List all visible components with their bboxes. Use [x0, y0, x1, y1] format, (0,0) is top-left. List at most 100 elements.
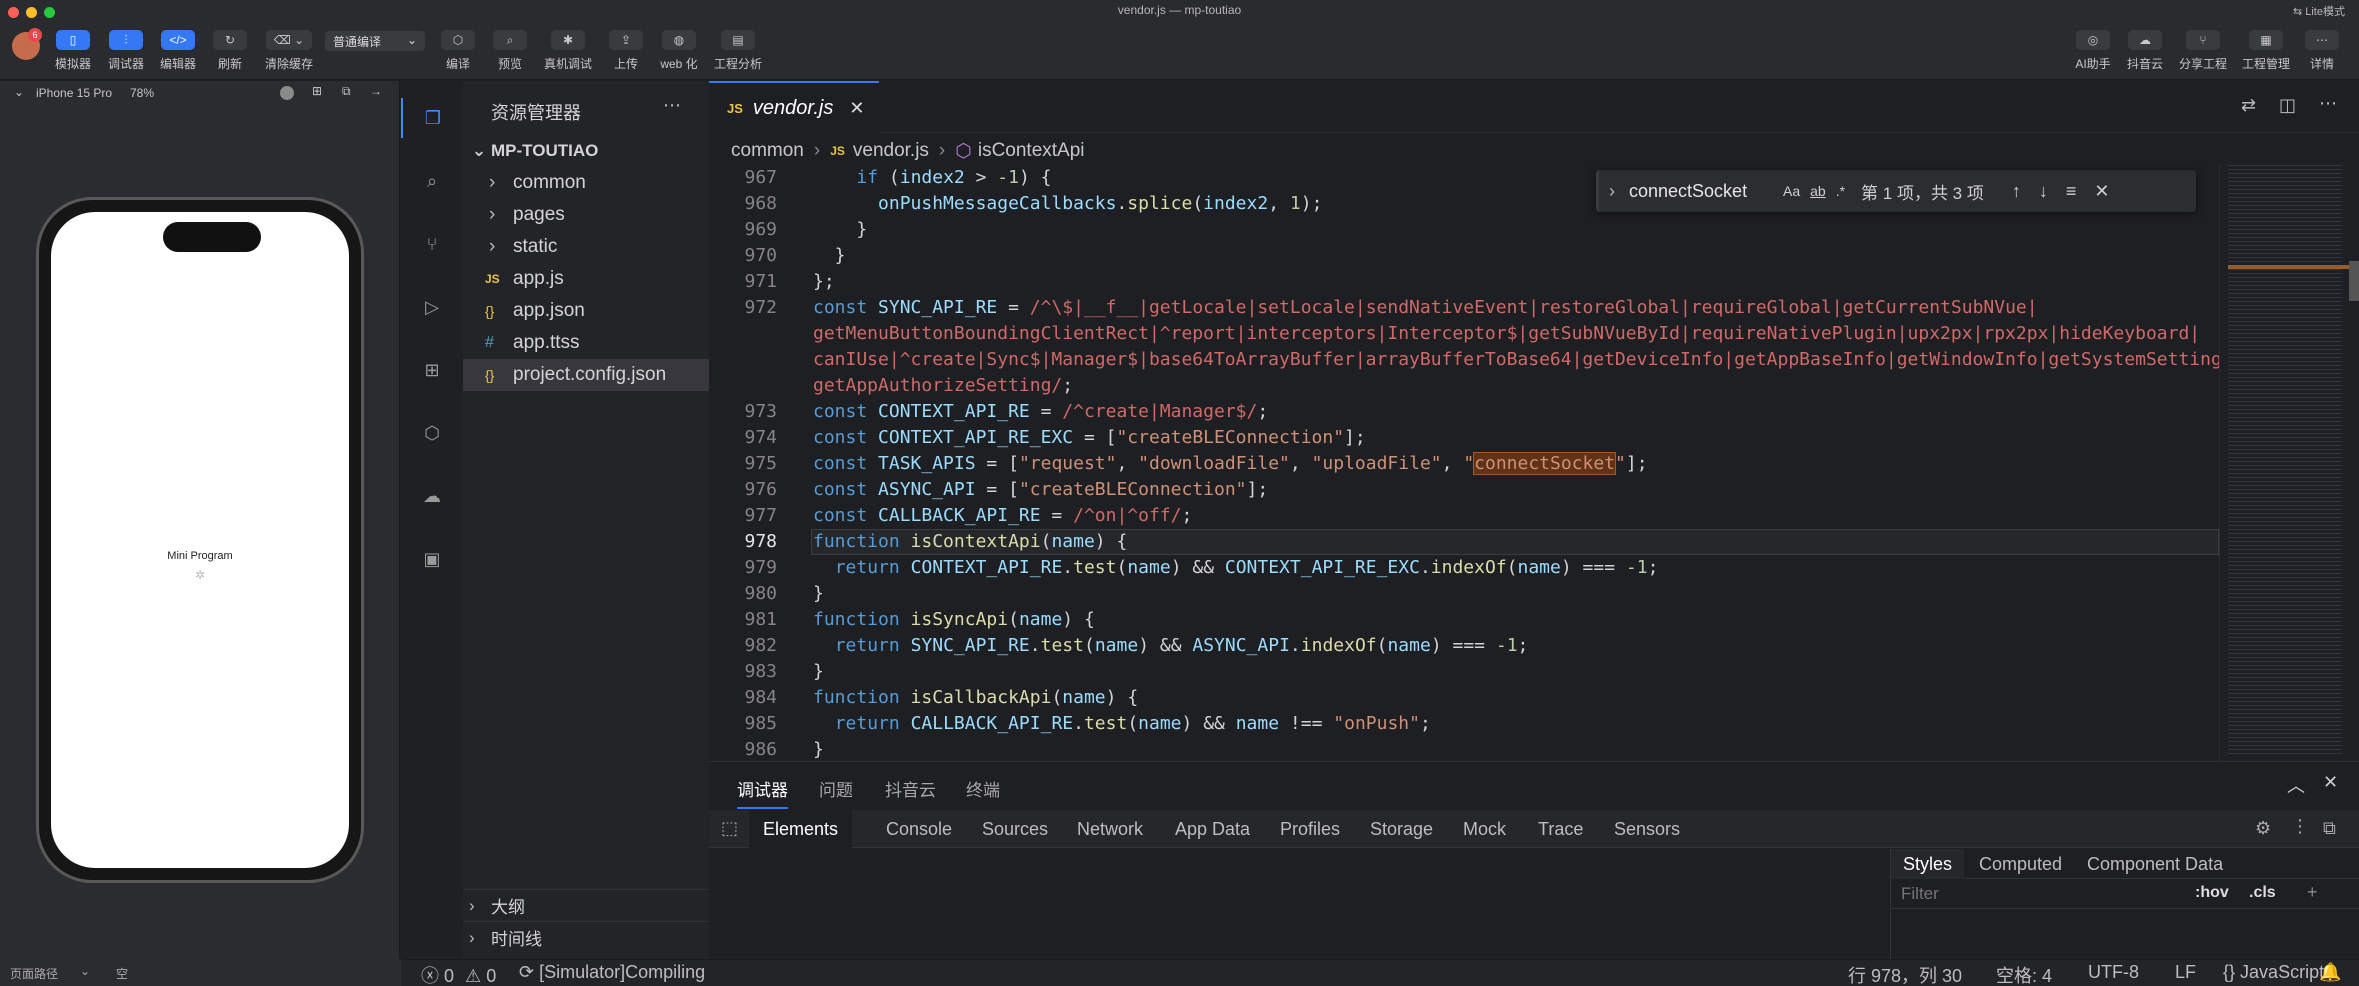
device-select[interactable]: iPhone 15 Pro — [36, 86, 112, 100]
tab-debugger[interactable]: 调试器 — [737, 776, 788, 809]
tab-console[interactable]: Console — [886, 810, 952, 848]
selection-icon[interactable]: ≡ — [2066, 181, 2077, 202]
regex-toggle[interactable]: .* — [1836, 183, 1845, 199]
arrow-up-icon[interactable]: ↑ — [2012, 181, 2021, 202]
problems-status[interactable]: ⓧ 0 ⚠ 0 — [421, 962, 496, 986]
details-button[interactable]: ⋯ 详情 — [2302, 30, 2342, 72]
compile-status[interactable]: ⟳ [Simulator]Compiling — [519, 962, 705, 983]
tab-sources[interactable]: Sources — [982, 810, 1048, 848]
close-icon[interactable]: ✕ — [2094, 181, 2109, 202]
notifications-icon[interactable]: 🔔 — [2319, 962, 2341, 983]
tree-item-pages[interactable]: › pages — [463, 199, 709, 231]
cursor-position[interactable]: 行 978，列 30 — [1848, 962, 1962, 986]
arrow-down-icon[interactable]: ↓ — [2039, 181, 2048, 202]
hover-state-toggle[interactable]: :hov — [2195, 884, 2229, 902]
tab-terminal[interactable]: 终端 — [966, 776, 1000, 801]
language-status[interactable]: {} JavaScript — [2223, 962, 2324, 983]
match-case-toggle[interactable]: Aa — [1783, 183, 1800, 199]
phone-screen[interactable]: Mini Program ✲ — [51, 212, 349, 868]
minimap[interactable] — [2219, 165, 2359, 761]
close-icon[interactable]: ✕ — [849, 98, 864, 119]
project-analysis-button[interactable]: ▤ 工程分析 — [711, 30, 765, 72]
popout-icon[interactable]: ⧉ — [342, 84, 351, 99]
record-icon[interactable] — [280, 86, 294, 100]
close-icon[interactable]: ✕ — [2323, 772, 2338, 793]
tab-styles[interactable]: Styles — [1891, 849, 1965, 879]
match-word-toggle[interactable]: ab — [1810, 183, 1826, 199]
tab-douyin-cloud[interactable]: 抖音云 — [885, 776, 936, 801]
chevron-down-icon[interactable]: ⌄ — [80, 964, 90, 978]
more-icon[interactable]: ⋯ — [2319, 93, 2337, 114]
simulator-toggle-button[interactable]: ▯ 模拟器 — [52, 30, 94, 72]
project-management-button[interactable]: ▦ 工程管理 — [2238, 30, 2294, 72]
class-toggle[interactable]: .cls — [2249, 884, 2276, 902]
indentation-status[interactable]: 空格: 4 — [1996, 962, 2052, 986]
web-build-button[interactable]: ◍ web 化 — [656, 30, 702, 72]
tab-mock[interactable]: Mock — [1463, 810, 1506, 848]
encoding-status[interactable]: UTF-8 — [2088, 962, 2139, 983]
upload-button[interactable]: ⇪ 上传 — [606, 30, 646, 72]
chevron-right-icon[interactable]: › — [1609, 181, 1615, 202]
tree-item-app-js[interactable]: JS app.js — [463, 263, 709, 295]
tab-sensors[interactable]: Sensors — [1614, 810, 1680, 848]
tree-item-static[interactable]: › static — [463, 231, 709, 263]
lite-mode-toggle[interactable]: ⇆ Lite模式 — [2293, 3, 2345, 19]
tab-app-data[interactable]: App Data — [1175, 810, 1250, 848]
debugger-toggle-button[interactable]: ⫶ 调试器 — [105, 30, 147, 72]
tab-profiles[interactable]: Profiles — [1280, 810, 1340, 848]
ai-assistant-button[interactable]: ◎ AI助手 — [2070, 30, 2116, 72]
tab-elements[interactable]: Elements — [749, 810, 853, 848]
scrollbar-thumb[interactable] — [2349, 261, 2359, 301]
breadcrumb-item[interactable]: common — [731, 140, 804, 162]
tab-network[interactable]: Network — [1077, 810, 1143, 848]
gear-icon[interactable]: ⚙ — [2255, 818, 2271, 839]
package-icon[interactable]: ⬡ — [401, 413, 463, 453]
editor-toggle-button[interactable]: </> 编辑器 — [157, 30, 199, 72]
tree-item-app-ttss[interactable]: # app.ttss — [463, 327, 709, 359]
project-root[interactable]: ⌄ MP-TOUTIAO — [463, 135, 709, 167]
chevron-up-icon[interactable]: ︿ — [2287, 772, 2305, 798]
monitor-icon[interactable]: ▣ — [401, 539, 463, 579]
cloud-icon[interactable]: ☁ — [401, 476, 463, 516]
share-project-button[interactable]: ⑂ 分享工程 — [2176, 30, 2230, 72]
extensions-icon[interactable]: ⊞ — [401, 350, 463, 390]
split-editor-icon[interactable]: ◫ — [2279, 95, 2296, 116]
chevron-down-icon[interactable]: ⌄ — [14, 85, 24, 99]
add-rule-icon[interactable]: + — [2307, 882, 2318, 903]
tab-trace[interactable]: Trace — [1538, 810, 1583, 848]
tab-vendor-js[interactable]: JS vendor.js ✕ — [709, 81, 879, 133]
search-icon[interactable]: ⌕ — [401, 161, 463, 201]
explorer-icon[interactable]: ❐ — [401, 98, 463, 138]
code-editor[interactable]: 967 968 969 970 971 972 973 974 975 976 … — [709, 165, 2219, 761]
douyin-cloud-button[interactable]: ☁ 抖音云 — [2122, 30, 2168, 72]
preview-button[interactable]: ⌕ 预览 — [490, 30, 530, 72]
inspect-element-icon[interactable]: ⬚ — [721, 818, 738, 839]
compile-mode-select[interactable]: 普通编译 ⌄ — [325, 31, 425, 51]
timeline-section[interactable]: › 时间线 — [463, 921, 709, 953]
dock-icon[interactable]: ⧉ — [2323, 818, 2336, 839]
refresh-button[interactable]: ↻ 刷新 — [210, 30, 250, 72]
tree-item-app-json[interactable]: {} app.json — [463, 295, 709, 327]
tree-item-common[interactable]: › common — [463, 167, 709, 199]
compare-icon[interactable]: ⇄ — [2241, 95, 2256, 116]
breadcrumb-item[interactable]: vendor.js — [853, 140, 929, 162]
more-vertical-icon[interactable]: ⋮ — [2291, 816, 2309, 837]
tree-item-project-config[interactable]: {} project.config.json — [463, 359, 709, 391]
tab-problems[interactable]: 问题 — [819, 776, 853, 801]
eol-status[interactable]: LF — [2175, 962, 2196, 983]
tab-storage[interactable]: Storage — [1370, 810, 1433, 848]
more-icon[interactable]: ⋯ — [663, 95, 681, 116]
device-debug-button[interactable]: ✱ 真机调试 — [540, 30, 596, 72]
grid-icon[interactable]: ⊞ — [312, 84, 322, 98]
arrow-right-icon[interactable]: → — [370, 84, 382, 98]
find-input[interactable]: connectSocket — [1629, 181, 1779, 202]
clear-cache-button[interactable]: ⌫ ⌄ 清除缓存 — [262, 30, 316, 72]
styles-filter-input[interactable] — [1895, 883, 2181, 905]
outline-section[interactable]: › 大纲 — [463, 889, 709, 921]
breadcrumb-item[interactable]: isContextApi — [978, 140, 1085, 162]
tab-computed[interactable]: Computed — [1979, 849, 2062, 879]
compile-button[interactable]: ⬡ 编译 — [438, 30, 478, 72]
zoom-select[interactable]: 78% — [130, 86, 154, 100]
tab-component-data[interactable]: Component Data — [2087, 849, 2223, 879]
run-debug-icon[interactable]: ▷ — [401, 287, 463, 327]
